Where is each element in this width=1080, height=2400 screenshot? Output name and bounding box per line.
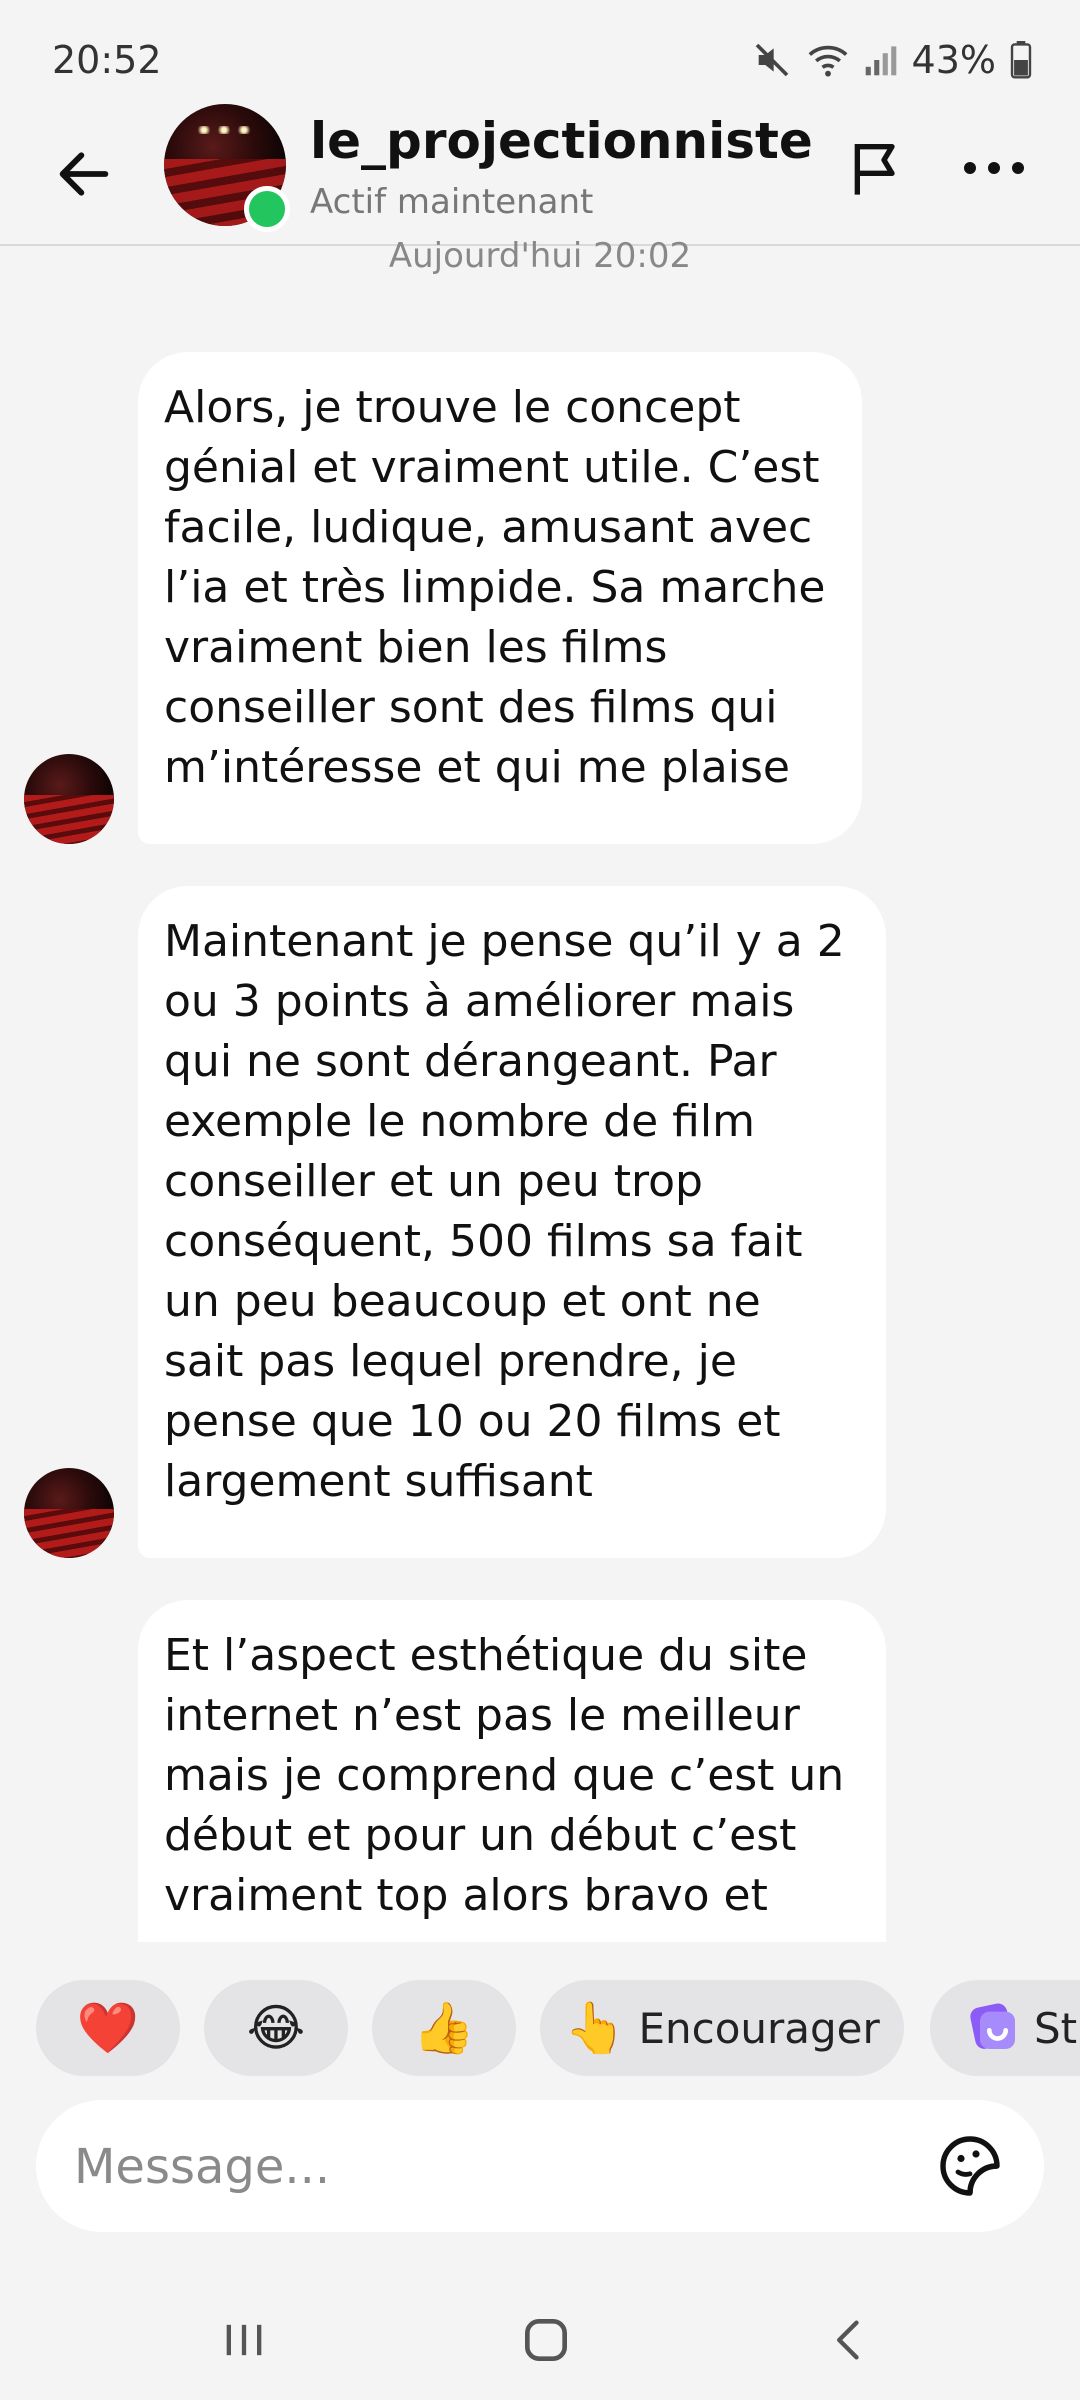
back-arrow-icon — [59, 152, 109, 196]
heart-icon: ❤️ — [76, 1999, 140, 2057]
pointing-hand-icon: 👆 — [564, 1999, 627, 2057]
quick-reply-heart[interactable]: ❤️ — [36, 1980, 180, 2076]
quick-replies-bar: ❤️ 😂 👍 👆 Encourager St — [0, 1976, 1080, 2076]
message-composer — [36, 2100, 1044, 2234]
quick-reply-thumbs-up[interactable]: 👍 — [372, 1980, 516, 2076]
more-icon — [964, 162, 1024, 174]
home-icon — [525, 2319, 567, 2361]
thumbs-up-icon: 👍 — [412, 1999, 476, 2057]
conversation-timestamp: Aujourd'hui 20:02 — [388, 236, 692, 276]
online-indicator — [244, 186, 290, 232]
message-bubble[interactable]: Et l’aspect esthétique du site internet … — [138, 1600, 886, 1942]
laughing-icon: 😂 — [246, 1999, 306, 2057]
message-bubble[interactable]: Alors, je trouve le concept génial et vr… — [138, 352, 862, 844]
system-nav-bar — [0, 2280, 1080, 2400]
more-options-button[interactable] — [954, 128, 1034, 208]
back-button[interactable] — [44, 134, 124, 214]
message-input[interactable] — [72, 2100, 916, 2234]
system-back-button[interactable] — [810, 2300, 890, 2380]
flag-icon — [854, 144, 895, 195]
signal-icon — [864, 42, 898, 78]
mute-icon — [752, 40, 792, 80]
chat-header: le_projectionniste Actif maintenant — [0, 100, 1080, 246]
sticker-icon — [940, 2136, 1000, 2196]
report-button[interactable] — [836, 128, 916, 208]
wifi-icon — [806, 40, 850, 80]
quick-reply-label: Encourager — [638, 2003, 880, 2053]
sender-avatar[interactable] — [24, 1468, 114, 1558]
recent-apps-button[interactable] — [204, 2300, 284, 2380]
quick-reply-sticker[interactable]: St — [930, 1980, 1080, 2076]
sender-avatar[interactable] — [24, 754, 114, 844]
quick-reply-laugh[interactable]: 😂 — [204, 1980, 348, 2076]
chevron-left-icon — [837, 2320, 859, 2360]
quick-reply-encourage[interactable]: 👆 Encourager — [540, 1980, 904, 2076]
message-bubble[interactable]: Maintenant je pense qu’il y a 2 ou 3 poi… — [138, 886, 886, 1558]
sticker-button[interactable] — [932, 2128, 1008, 2204]
sticker-app-icon — [970, 2003, 1015, 2049]
battery-icon — [1010, 41, 1032, 79]
quick-reply-label: St — [1034, 2003, 1078, 2053]
battery-percent: 43% — [911, 38, 996, 82]
home-button[interactable] — [506, 2300, 586, 2380]
status-icons: 43% — [752, 38, 1032, 82]
contact-name[interactable]: le_projectionniste — [310, 112, 813, 170]
contact-status: Actif maintenant — [310, 182, 594, 222]
recent-apps-icon — [226, 2324, 262, 2356]
status-time: 20:52 — [52, 38, 162, 82]
